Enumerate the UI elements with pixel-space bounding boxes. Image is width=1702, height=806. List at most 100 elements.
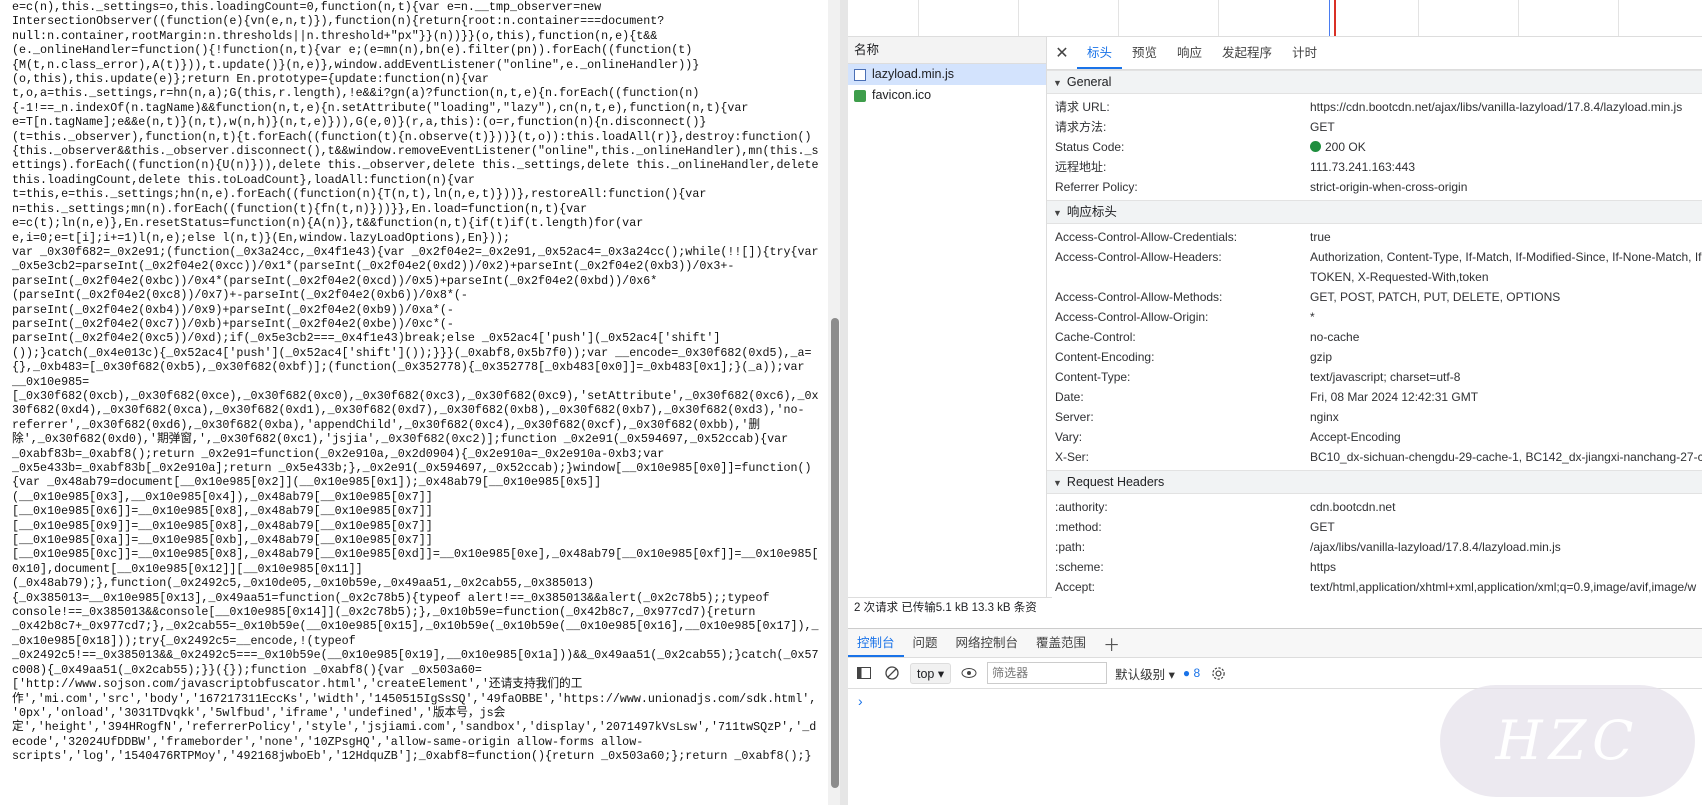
header-value-text: text/javascript; charset=utf-8 — [1310, 370, 1461, 384]
name-column-header[interactable]: 名称 — [848, 37, 1046, 64]
header-value[interactable]: text/javascript; charset=utf-8 — [1310, 367, 1460, 387]
header-value[interactable]: Authorization, Content-Type, If-Match, I… — [1310, 247, 1702, 287]
source-code: e=c(n),this._settings=o,this.loadingCoun… — [12, 0, 822, 764]
timeline-gridline — [1518, 0, 1519, 36]
header-key: :method: — [1055, 520, 1102, 534]
code-line: var _0x30f682=_0x2e91;(function(_0x3a24c… — [12, 244, 819, 259]
code-scrollbar-thumb[interactable] — [831, 318, 839, 788]
header-key: Server: — [1055, 410, 1094, 424]
code-line: t,o,a=this._settings,r=hn(n,a);G(this,r.… — [12, 86, 700, 101]
request-headers-section-header[interactable]: ▼ Request Headers — [1047, 470, 1702, 494]
code-line: '0px','onload','3031TDvqkk','5wlfbud','i… — [12, 705, 506, 720]
code-line: _0x2492c5!==_0x385013&&_0x2492c5===_0x10… — [12, 648, 819, 663]
header-value[interactable]: GET — [1310, 517, 1335, 537]
drawer-tab-2[interactable]: 网络控制台 — [947, 629, 1028, 657]
detail-tab-2[interactable]: 响应 — [1167, 37, 1212, 69]
response-headers-section-header[interactable]: ▼ 响应标头 — [1047, 200, 1702, 224]
header-value[interactable]: * — [1310, 307, 1315, 327]
header-value[interactable]: cdn.bootcdn.net — [1310, 497, 1395, 517]
request-list: 名称 lazyload.min.js favicon.ico — [848, 37, 1047, 597]
header-row: Referrer Policy: strict-origin-when-cross… — [1047, 177, 1702, 197]
detail-tab-1[interactable]: 预览 — [1122, 37, 1167, 69]
header-value[interactable]: GET — [1310, 117, 1335, 137]
code-line: {var _0x48ab79=document[__0x10e985[0x2]]… — [12, 475, 602, 490]
code-line: {},_0xb483=[_0x30f682(0xb5),_0x30f682(0x… — [12, 360, 805, 375]
detail-tab-4[interactable]: 计时 — [1282, 37, 1327, 69]
request-header-rows: :authority: cdn.bootcdn.net:method: GET:pa… — [1047, 494, 1702, 600]
header-value[interactable]: https — [1310, 557, 1336, 577]
detail-tab-3[interactable]: 发起程序 — [1212, 37, 1282, 69]
header-value[interactable]: strict-origin-when-cross-origin — [1310, 177, 1467, 197]
network-summary: 2 次请求 已传输5.1 kB 13.3 kB 条资 — [848, 597, 1052, 618]
general-section-header[interactable]: ▼ General — [1047, 70, 1702, 94]
header-value[interactable]: Accept-Encoding — [1310, 427, 1401, 447]
header-key: Content-Encoding: — [1055, 350, 1155, 364]
status-ok-icon — [1310, 141, 1321, 152]
header-value[interactable]: gzip — [1310, 347, 1332, 367]
code-line: parseInt(_0x2f04e2(0xc5))/0xd);if(_0x5e3… — [12, 331, 721, 346]
detail-tab-0[interactable]: 标头 — [1077, 37, 1123, 69]
context-selector[interactable]: top ▾ — [910, 662, 952, 684]
header-key: Access-Control-Allow-Origin: — [1055, 310, 1209, 324]
code-line: {-1!==_n.indexOf(n.tagName)&&function(n,… — [12, 100, 749, 115]
add-tab-icon[interactable]: ＋ — [1095, 631, 1128, 656]
header-value-text: Authorization, Content-Type, If-Match, I… — [1310, 250, 1702, 284]
code-line: {_0x385013=__0x10e985[0x13],_0x49aa51=fu… — [12, 590, 770, 605]
header-value[interactable]: 200 OK — [1310, 137, 1366, 157]
code-line: null:n.container,rootMargin:n.thresholds… — [12, 28, 658, 43]
header-value[interactable]: nginx — [1310, 407, 1339, 427]
header-value[interactable]: https://cdn.bootcdn.net/ajax/libs/vanill… — [1310, 97, 1682, 117]
header-value[interactable]: Fri, 08 Mar 2024 12:42:31 GMT — [1310, 387, 1478, 407]
drawer-tab-3[interactable]: 覆盖范围 — [1027, 629, 1095, 657]
request-name: lazyload.min.js — [872, 67, 954, 81]
close-icon[interactable]: ✕ — [1047, 43, 1077, 63]
header-key: Status Code: — [1055, 140, 1125, 154]
code-line: _0x5e3cb2=parseInt(_0x2f04e2(0xcc))/0x1*… — [12, 259, 735, 274]
header-row: :method: GET — [1047, 517, 1702, 537]
code-line: ettings).forEach((function(n){U(n)})),de… — [12, 158, 819, 173]
header-value[interactable]: /ajax/libs/vanilla-lazyload/17.8.4/lazyl… — [1310, 537, 1561, 557]
code-line: e,i=0;e=t[i];i+=1)l(n,e);else l(n,t)}(En… — [12, 230, 510, 245]
header-value[interactable]: GET, POST, PATCH, PUT, DELETE, OPTIONS — [1310, 287, 1560, 307]
network-timeline[interactable] — [848, 0, 1702, 37]
drawer-tab-1[interactable]: 问题 — [904, 629, 947, 657]
code-line: _0xabf83b=_0xabf8();return _0x2e91=funct… — [12, 446, 665, 461]
code-line: __0x10e985= — [12, 374, 90, 389]
header-row: Status Code: 200 OK — [1047, 137, 1702, 157]
drawer-tab-0[interactable]: 控制台 — [848, 629, 904, 657]
console-filter-input[interactable] — [987, 662, 1108, 684]
header-value-text: https — [1310, 560, 1337, 574]
message-count-badge[interactable]: ● 8 — [1183, 666, 1200, 680]
triangle-down-icon: ▼ — [1053, 478, 1062, 488]
header-value[interactable]: 111.73.241.163:443 — [1310, 157, 1415, 177]
code-line: 除',_0x30f682(0xd0),'期弹窗,',_0x30f682(0xc1… — [12, 432, 789, 447]
general-rows: 请求 URL: https://cdn.bootcdn.net/ajax/libs… — [1047, 94, 1702, 200]
header-value[interactable]: text/html,application/xhtml+xml,applicat… — [1310, 577, 1696, 597]
clear-console-icon[interactable] — [882, 663, 902, 683]
code-line: n=this._settings;mn(n).forEach((function… — [12, 201, 588, 216]
header-row: Content-Encoding: gzip — [1047, 347, 1702, 367]
sidebar-toggle-icon[interactable] — [854, 663, 874, 683]
header-value[interactable]: no-cache — [1310, 327, 1359, 347]
header-row: Access-Control-Allow-Credentials: true — [1047, 227, 1702, 247]
log-level-selector[interactable]: 默认级别 ▾ — [1115, 664, 1175, 683]
eye-icon[interactable] — [959, 663, 979, 683]
triangle-down-icon: ▼ — [1053, 78, 1062, 88]
request-row[interactable]: lazyload.min.js — [848, 64, 1046, 85]
header-value[interactable]: BC10_dx-sichuan-chengdu-29-cache-1, BC14… — [1310, 447, 1702, 467]
header-key: 请求 URL: — [1055, 100, 1110, 114]
pane-divider[interactable] — [840, 0, 848, 805]
code-line: IntersectionObserver((function(e){vn(e,n… — [12, 14, 665, 29]
code-line: _0x5e433b=_0xabf83b[_0x2e910a];return _0… — [12, 461, 812, 475]
code-line: (t=this._observer),function(n,t){t.forEa… — [12, 129, 812, 144]
gear-icon[interactable] — [1208, 663, 1228, 683]
header-value[interactable]: true — [1310, 227, 1331, 247]
source-code-pane[interactable]: e=c(n),this._settings=o,this.loadingCoun… — [0, 0, 841, 805]
code-line: e=T[n.tagName];e&&e(n,t)}(n,t),w(n,h)}(n… — [12, 115, 707, 130]
request-row[interactable]: favicon.ico — [848, 85, 1046, 106]
code-line: (_0x48ab79);},function(_0x2492c5,_0x10de… — [12, 576, 595, 591]
code-line: _0x42b8c7+_0x977cd7;},_0x2cab55=_0x10b59… — [12, 619, 819, 634]
timeline-gridline — [918, 0, 919, 36]
request-detail: ✕ 标头 预览 响应 发起程序 计时 ▼ General 请求 URL: https://c… — [1047, 37, 1702, 614]
timeline-gridline — [1118, 0, 1119, 36]
